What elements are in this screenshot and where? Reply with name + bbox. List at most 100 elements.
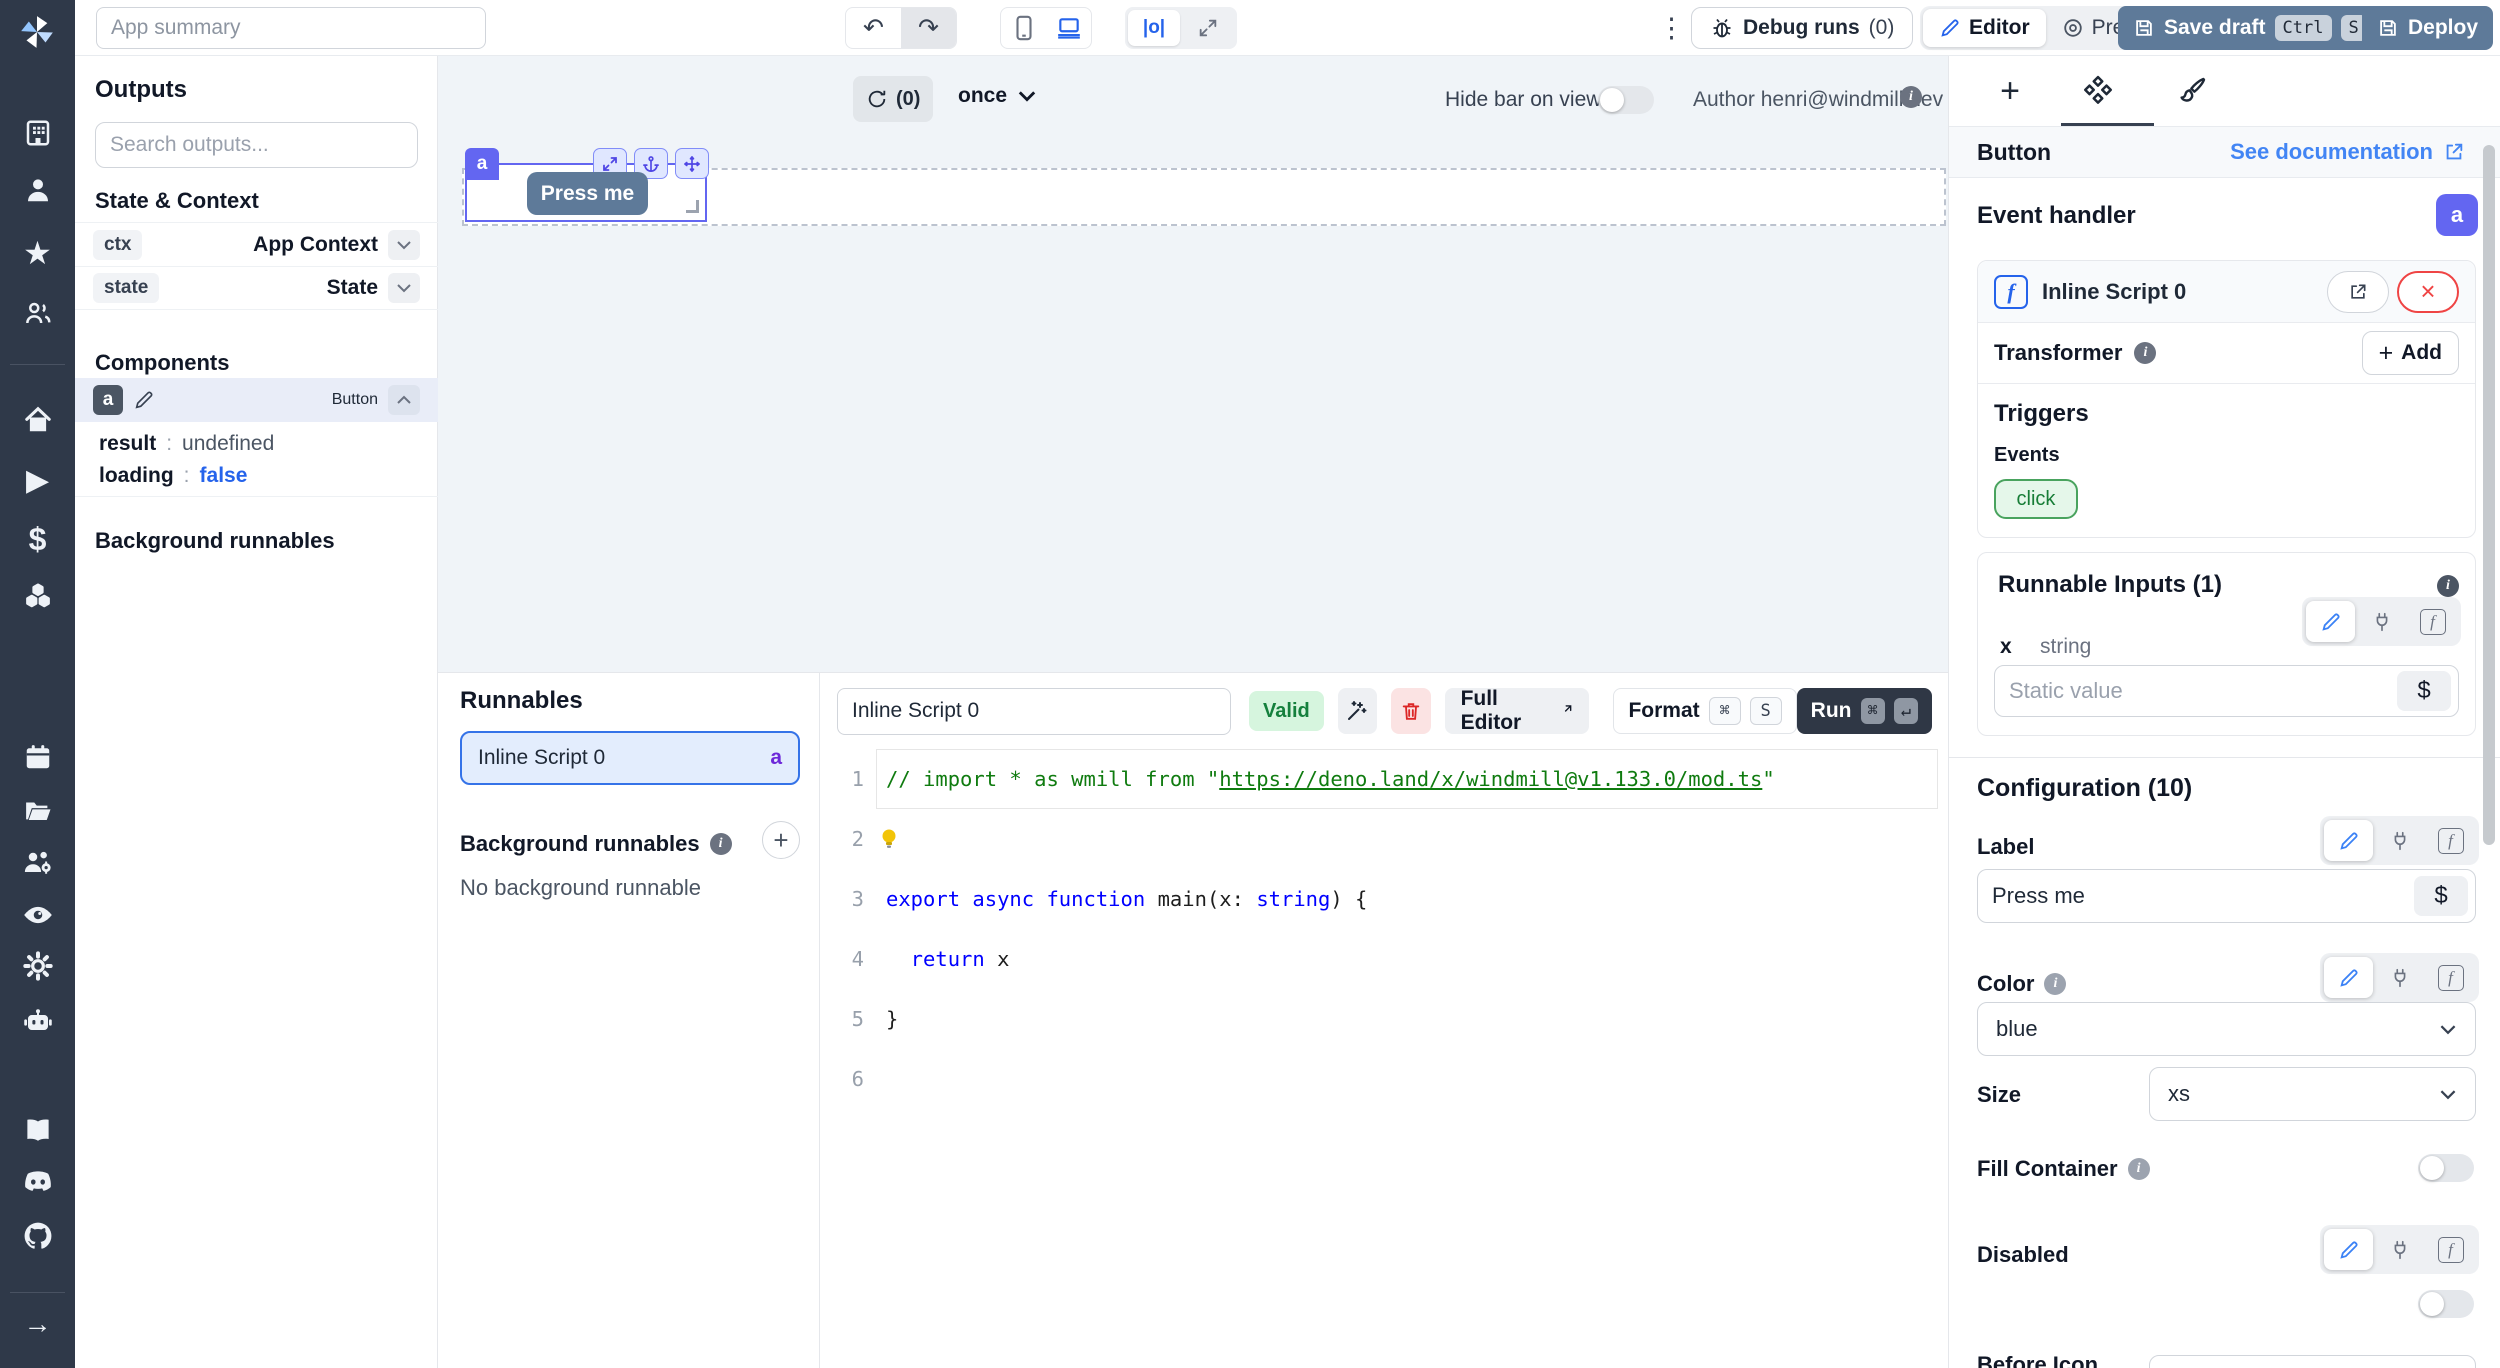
connect-plug-icon[interactable] (2375, 1229, 2424, 1270)
app-canvas[interactable]: (0) once Hide bar on view Author henri@w… (438, 56, 1948, 673)
chevron-down-icon[interactable] (388, 273, 420, 303)
see-documentation-link[interactable]: See documentation (2230, 139, 2465, 165)
info-icon[interactable]: i (2134, 342, 2156, 364)
save-draft-button[interactable]: Save draft Ctrl S (2118, 6, 2382, 50)
expand-width-icon[interactable] (1182, 10, 1234, 46)
schedules-calendar-icon[interactable] (0, 742, 75, 772)
static-pencil-icon[interactable] (2324, 820, 2373, 861)
ctx-type: App Context (253, 233, 378, 257)
panel-scrollbar[interactable] (2483, 145, 2495, 845)
info-icon[interactable]: i (1900, 86, 1922, 108)
script-name-input[interactable] (837, 688, 1231, 735)
interval-value: once (958, 84, 1007, 108)
resize-handle[interactable] (686, 200, 699, 213)
connect-plug-icon[interactable] (2357, 601, 2406, 642)
docs-book-icon[interactable] (0, 1115, 75, 1145)
move-component-icon[interactable] (675, 148, 709, 179)
desktop-view-button[interactable] (1046, 8, 1091, 48)
connect-plug-icon[interactable] (2375, 957, 2424, 998)
event-handler-card: f Inline Script 0 × Transformer i +Add T… (1977, 260, 2476, 538)
eval-function-icon[interactable]: f (2408, 601, 2457, 642)
redo-button[interactable]: ↷ (901, 8, 956, 48)
more-menu-button[interactable]: ⋮ (1658, 10, 1685, 46)
runs-play-icon[interactable]: ▶ (0, 463, 75, 498)
refresh-count-button[interactable]: (0) (853, 76, 933, 122)
runnables-panel: Runnables Inline Script 0 a Background r… (438, 673, 820, 1368)
ai-wand-button[interactable] (1338, 688, 1377, 734)
mobile-view-button[interactable] (1001, 8, 1046, 48)
discord-icon[interactable] (0, 1168, 75, 1196)
delete-script-button[interactable] (1391, 688, 1430, 734)
hide-bar-label: Hide bar on view (1445, 88, 1601, 112)
search-outputs-input[interactable] (95, 122, 418, 168)
windmill-logo-icon[interactable] (17, 12, 57, 52)
template-dollar-button[interactable]: $ (2414, 876, 2468, 916)
eval-function-icon[interactable]: f (2426, 820, 2475, 861)
press-me-button[interactable]: Press me (527, 172, 648, 215)
user-icon[interactable] (0, 175, 75, 205)
comment-link[interactable]: https://deno.land/x/windmill@v1.133.0/mo… (1219, 767, 1762, 791)
open-script-button[interactable] (2327, 271, 2389, 313)
workers-robot-icon[interactable] (0, 1005, 75, 1035)
template-dollar-button[interactable]: $ (2397, 671, 2451, 711)
workspace-icon[interactable] (0, 118, 75, 148)
styling-brush-tab[interactable] (2171, 70, 2213, 112)
component-tab-badge[interactable]: a (465, 148, 499, 180)
output-row-ctx[interactable]: ctx App Context (75, 222, 438, 266)
label-value-input[interactable]: Press me $ (1977, 869, 2476, 923)
static-value-input[interactable]: Static value $ (1994, 665, 2459, 717)
collapse-arrow-icon[interactable]: → (0, 1308, 75, 1340)
component-row-a[interactable]: a Button (75, 378, 438, 422)
remove-script-button[interactable]: × (2397, 271, 2459, 313)
resources-cubes-icon[interactable] (0, 581, 75, 611)
size-select[interactable]: xs (2149, 1067, 2476, 1121)
github-icon[interactable] (0, 1220, 75, 1252)
variables-dollar-icon[interactable]: $ (0, 521, 75, 558)
audit-eye-icon[interactable] (0, 900, 75, 930)
refresh-interval-select[interactable]: once (958, 84, 1037, 108)
chevron-down-icon[interactable] (388, 230, 420, 260)
lightbulb-icon[interactable] (878, 827, 900, 851)
run-button[interactable]: Run ⌘ ↵ (1797, 688, 1932, 734)
chevron-up-icon[interactable] (388, 385, 420, 415)
code-area[interactable]: 1 // import * as wmill from "https://den… (820, 749, 1948, 1109)
before-icon-select[interactable] (2149, 1355, 2476, 1368)
disabled-toggle[interactable] (2418, 1290, 2474, 1318)
connect-plug-icon[interactable] (2375, 820, 2424, 861)
color-select[interactable]: blue (1977, 1002, 2476, 1056)
tab-editor[interactable]: Editor (1923, 9, 2046, 47)
component-settings-tab[interactable] (2077, 70, 2119, 112)
rename-pencil-icon[interactable] (133, 389, 155, 411)
add-background-runnable-button[interactable]: + (762, 821, 800, 859)
info-icon[interactable]: i (2437, 575, 2459, 597)
runnable-item-selected[interactable]: Inline Script 0 a (460, 731, 800, 785)
debug-runs-button[interactable]: Debug runs (0) (1691, 7, 1913, 49)
groups-icon[interactable] (0, 298, 75, 328)
inline-script-row[interactable]: f Inline Script 0 × (1978, 261, 2475, 323)
info-icon[interactable]: i (710, 833, 732, 855)
align-center-icon[interactable]: |o| (1128, 10, 1180, 46)
static-pencil-icon[interactable] (2324, 957, 2373, 998)
static-pencil-icon[interactable] (2324, 1229, 2373, 1270)
info-icon[interactable]: i (2044, 973, 2066, 995)
hide-bar-toggle[interactable] (1598, 86, 1654, 114)
static-pencil-icon[interactable] (2306, 601, 2355, 642)
runnable-label: Inline Script 0 (478, 746, 605, 770)
fill-container-toggle[interactable] (2418, 1154, 2474, 1182)
info-icon[interactable]: i (2128, 1158, 2150, 1180)
undo-button[interactable]: ↶ (846, 8, 901, 48)
settings-gear-icon[interactable] (0, 950, 75, 982)
full-editor-button[interactable]: Full Editor (1445, 688, 1590, 734)
favorites-star-icon[interactable]: ★ (0, 234, 75, 272)
insert-component-tab[interactable]: + (1989, 70, 2031, 112)
eval-function-icon[interactable]: f (2426, 1229, 2475, 1270)
eval-function-icon[interactable]: f (2426, 957, 2475, 998)
output-row-state[interactable]: state State (75, 266, 438, 310)
workers-groups-icon[interactable] (0, 847, 75, 877)
app-summary-input[interactable] (96, 7, 486, 49)
folders-icon[interactable] (0, 795, 75, 825)
home-icon[interactable] (0, 405, 75, 435)
deploy-button[interactable]: Deploy (2362, 6, 2493, 50)
add-transformer-button[interactable]: +Add (2362, 331, 2459, 375)
format-button[interactable]: Format ⌘ S (1613, 688, 1796, 734)
